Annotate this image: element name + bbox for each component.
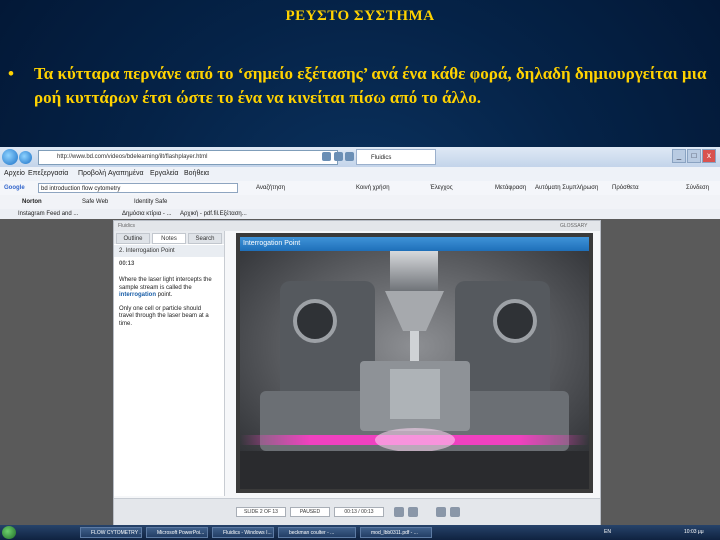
clock: 10:03 μμ <box>684 529 704 535</box>
google-translate-button[interactable]: Μετάφραση <box>495 181 526 195</box>
safe-web-button[interactable]: Safe Web <box>82 195 108 209</box>
browser-titlebar: http://www.bd.com/videos/bdelearning/ilt… <box>0 147 720 167</box>
forward-icon[interactable] <box>19 151 32 164</box>
taskbar-item[interactable]: FLOW CYTOMETRY ... <box>80 527 142 538</box>
tab-search[interactable]: Search <box>188 233 222 244</box>
bullet-symbol: • <box>8 64 14 83</box>
google-logo: Google <box>4 185 25 191</box>
favorite-item[interactable]: Αρχική - pdf.fil.Εξέταση... <box>180 209 247 219</box>
google-search-button[interactable]: Αναζήτηση <box>256 181 285 195</box>
address-bar[interactable]: http://www.bd.com/videos/bdelearning/ilt… <box>38 150 338 165</box>
language-indicator[interactable]: EN <box>604 525 611 540</box>
google-check-button[interactable]: Έλεγχος <box>430 181 453 195</box>
prev-icon[interactable] <box>436 507 446 517</box>
menu-bar: Αρχείο Επεξεργασία Προβολή Αγαπημένα Εργ… <box>0 167 720 181</box>
google-share-button[interactable]: Κοινή χρήση <box>356 181 390 195</box>
taskbar-item[interactable]: beckman coulter - ... <box>278 527 356 538</box>
tab-outline[interactable]: Outline <box>116 233 150 244</box>
play-icon[interactable] <box>394 507 404 517</box>
refresh-icon[interactable] <box>334 152 343 161</box>
taskbar-item[interactable]: mod_lbb0311.pdf - ... <box>360 527 432 538</box>
video-area[interactable]: Interrogation Point <box>236 233 593 493</box>
player-controls: SLIDE 2 OF 13 PAUSED 00:13 / 00:13 <box>114 498 600 527</box>
favorite-item[interactable]: Δημόσια κτίρια - ... <box>122 209 172 219</box>
lesson-time: 00:13 <box>119 261 135 267</box>
next-icon[interactable] <box>450 507 460 517</box>
playback-state: PAUSED <box>290 507 330 517</box>
volume-icon[interactable] <box>408 507 418 517</box>
start-button[interactable] <box>2 526 16 539</box>
bullet-point: • Τα κύτταρα περνάνε από το ‘σημείο εξέτ… <box>8 62 708 110</box>
menu-edit[interactable]: Επεξεργασία <box>28 167 68 181</box>
google-addons-button[interactable]: Πρόσθετα <box>612 181 639 195</box>
tab-fluidics[interactable]: Fluidics <box>356 149 436 165</box>
norton-button[interactable]: Norton <box>22 195 42 209</box>
menu-help[interactable]: Βοήθεια <box>184 167 209 181</box>
desc-text: Where the laser light intercepts the sam… <box>119 277 212 291</box>
video-title: Interrogation Point <box>240 237 589 251</box>
minimize-button[interactable]: _ <box>672 149 686 163</box>
google-signin-button[interactable]: Σύνδεση <box>686 181 709 195</box>
player-header: Fluidics GLOSSARY <box>114 221 600 231</box>
menu-favorites[interactable]: Αγαπημένα <box>108 167 144 181</box>
browser-screenshot: http://www.bd.com/videos/bdelearning/ilt… <box>0 147 720 540</box>
slide-counter: SLIDE 2 OF 13 <box>236 507 286 517</box>
search-icon[interactable] <box>322 152 331 161</box>
taskbar-item[interactable]: Microsoft PowerPoi... <box>146 527 208 538</box>
windows-taskbar: FLOW CYTOMETRY ... Microsoft PowerPoi...… <box>0 525 720 540</box>
menu-file[interactable]: Αρχείο <box>4 167 25 181</box>
playback-time: 00:13 / 00:13 <box>334 507 384 517</box>
google-toolbar: Google bd introduction flow cytometry Αν… <box>0 181 720 196</box>
desc-keyword: interrogation <box>119 292 156 298</box>
close-button[interactable]: x <box>702 149 716 163</box>
bullet-text: Τα κύτταρα περνάνε από το ‘σημείο εξέτασ… <box>34 64 707 107</box>
taskbar-item[interactable]: Fluidics - Windows I... <box>212 527 274 538</box>
elearning-player: Fluidics GLOSSARY Outline Notes Search 2… <box>113 220 601 527</box>
player-sidebar: Outline Notes Search 2. Interrogation Po… <box>114 231 225 496</box>
desc-text: point. <box>156 292 173 298</box>
maximize-button[interactable]: □ <box>687 149 701 163</box>
favorite-item[interactable]: Instagram Feed and ... <box>18 209 78 219</box>
stop-icon[interactable] <box>345 152 354 161</box>
lesson-title[interactable]: 2. Interrogation Point <box>114 245 224 257</box>
sidebar-tabs: Outline Notes Search <box>114 231 224 244</box>
slide-title: ΡΕΥΣΤΟ ΣΥΣΤΗΜΑ <box>285 8 435 24</box>
norton-toolbar: Norton Safe Web Identity Safe <box>0 195 720 210</box>
menu-view[interactable]: Προβολή <box>78 167 106 181</box>
player-title: Fluidics <box>118 223 135 229</box>
menu-tools[interactable]: Εργαλεία <box>150 167 178 181</box>
google-search-input[interactable]: bd introduction flow cytometry <box>38 183 238 193</box>
google-autofill-button[interactable]: Αυτόματη Συμπλήρωση <box>535 181 598 195</box>
identity-safe-button[interactable]: Identity Safe <box>134 195 167 209</box>
back-icon[interactable] <box>2 149 18 165</box>
desc-text: Only one cell or particle should travel … <box>119 305 209 327</box>
flow-cell-image <box>240 251 589 489</box>
tab-notes[interactable]: Notes <box>152 233 186 244</box>
lesson-description: Where the laser light intercepts the sam… <box>119 277 217 334</box>
glossary-link[interactable]: GLOSSARY <box>560 221 587 231</box>
